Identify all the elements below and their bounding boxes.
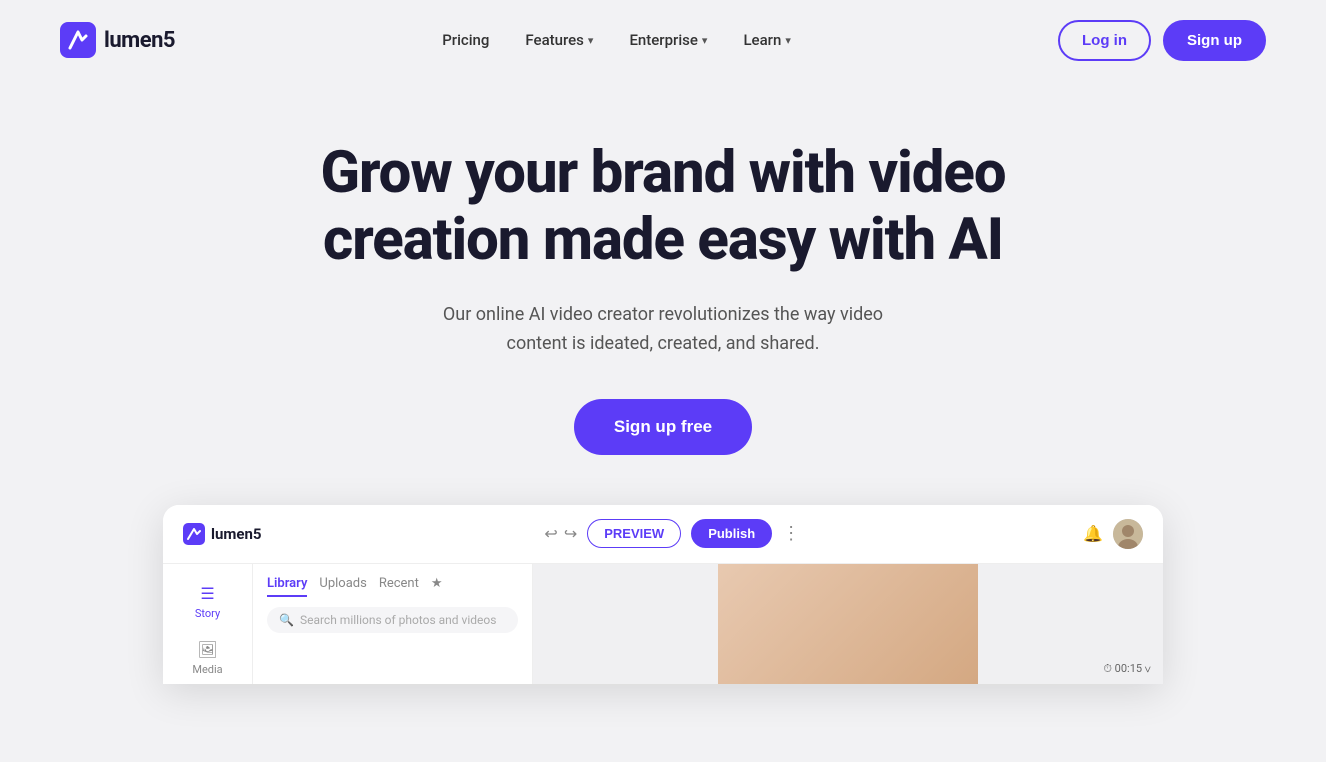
- app-topbar: lumen5 ↩ ↪ PREVIEW Publish ⋮ 🔔: [163, 505, 1163, 564]
- sidebar-item-story[interactable]: ☰ Story: [163, 574, 252, 630]
- login-button[interactable]: Log in: [1058, 20, 1151, 61]
- logo-icon: [60, 22, 96, 58]
- search-icon: 🔍: [279, 613, 294, 627]
- more-options-icon[interactable]: ⋮: [782, 523, 800, 544]
- nav-features[interactable]: Features ▾: [511, 23, 607, 57]
- nav-enterprise[interactable]: Enterprise ▾: [615, 23, 721, 57]
- redo-icon[interactable]: ↪: [564, 524, 577, 543]
- favorite-star-icon[interactable]: ★: [431, 576, 443, 597]
- features-chevron-icon: ▾: [588, 34, 594, 47]
- app-logo-text: lumen5: [211, 525, 261, 543]
- app-topbar-icons: 🔔: [1083, 519, 1143, 549]
- app-screenshot: lumen5 ↩ ↪ PREVIEW Publish ⋮ 🔔: [163, 505, 1163, 684]
- navbar: lumen5 Pricing Features ▾ Enterprise ▾ L…: [0, 0, 1326, 80]
- notification-bell-icon[interactable]: 🔔: [1083, 524, 1103, 543]
- sidebar-item-media[interactable]: 🖼 Media: [163, 630, 252, 684]
- hero-title: Grow your brand with video creation made…: [303, 140, 1023, 273]
- tab-uploads[interactable]: Uploads: [319, 576, 366, 597]
- app-body: ☰ Story 🖼 Media Library Uploads Recent ★…: [163, 564, 1163, 684]
- hero-section: Grow your brand with video creation made…: [0, 80, 1326, 724]
- hero-cta-button[interactable]: Sign up free: [574, 399, 752, 455]
- tab-library[interactable]: Library: [267, 576, 307, 597]
- undo-redo-group: ↩ ↪: [544, 524, 577, 543]
- app-logo-icon: [183, 523, 205, 545]
- nav-pricing[interactable]: Pricing: [428, 23, 503, 57]
- video-preview-thumbnail: [718, 564, 978, 684]
- media-search-bar[interactable]: 🔍 Search millions of photos and videos: [267, 607, 518, 633]
- logo[interactable]: lumen5: [60, 22, 175, 58]
- app-sidebar: ☰ Story 🖼 Media: [163, 564, 253, 684]
- nav-actions: Log in Sign up: [1058, 20, 1266, 61]
- tab-recent[interactable]: Recent: [379, 576, 419, 597]
- story-icon: ☰: [200, 584, 214, 603]
- logo-text: lumen5: [104, 28, 175, 53]
- app-logo: lumen5: [183, 523, 261, 545]
- nav-learn[interactable]: Learn ▾: [729, 23, 804, 57]
- user-avatar[interactable]: [1113, 519, 1143, 549]
- learn-chevron-icon: ▾: [785, 34, 791, 47]
- enterprise-chevron-icon: ▾: [702, 34, 708, 47]
- nav-links: Pricing Features ▾ Enterprise ▾ Learn ▾: [428, 23, 805, 57]
- app-panel: Library Uploads Recent ★ 🔍 Search millio…: [253, 564, 533, 684]
- hero-subtitle: Our online AI video creator revolutioniz…: [413, 301, 913, 359]
- app-publish-button[interactable]: Publish: [691, 519, 772, 548]
- media-icon: 🖼: [197, 640, 217, 659]
- app-preview-button[interactable]: PREVIEW: [587, 519, 681, 548]
- signup-button[interactable]: Sign up: [1163, 20, 1266, 61]
- video-timer: ⏱ 00:15 ∨: [1103, 662, 1151, 676]
- undo-icon[interactable]: ↩: [544, 524, 557, 543]
- app-content-area: ⏱ 00:15 ∨: [533, 564, 1163, 684]
- app-topbar-actions: ↩ ↪ PREVIEW Publish ⋮: [544, 519, 800, 548]
- app-panel-tabs: Library Uploads Recent ★: [267, 576, 518, 597]
